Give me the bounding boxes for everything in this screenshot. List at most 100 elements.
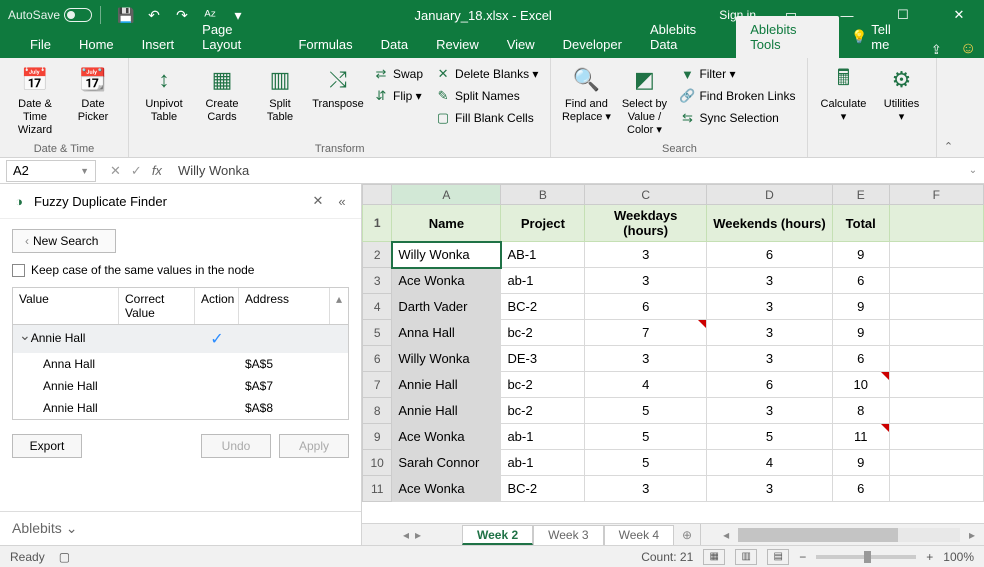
col-header-C[interactable]: C xyxy=(585,185,707,205)
name-box-dropdown-icon[interactable]: ▼ xyxy=(80,166,89,176)
collapse-ribbon-icon[interactable]: ⌃ xyxy=(937,58,959,157)
feedback-icon[interactable]: ☺ xyxy=(952,40,984,58)
cell[interactable]: 9 xyxy=(832,294,889,320)
results-row[interactable]: Anna Hall$A$5 xyxy=(13,353,348,375)
cell[interactable]: Ace Wonka xyxy=(392,268,501,294)
cell[interactable]: 3 xyxy=(585,242,707,268)
ablebits-menu[interactable]: Ablebits ⌄ xyxy=(0,511,361,545)
cell[interactable]: 9 xyxy=(832,320,889,346)
results-scroll-up-icon[interactable]: ▴ xyxy=(330,288,348,324)
cell[interactable] xyxy=(889,346,983,372)
date-button[interactable]: 📆DatePicker xyxy=(66,62,120,126)
header-cell[interactable]: Weekdays (hours) xyxy=(585,205,707,242)
scroll-left-icon[interactable]: ◂ xyxy=(718,528,734,542)
cell[interactable]: 6 xyxy=(707,372,833,398)
formula-input[interactable]: Willy Wonka xyxy=(172,163,962,178)
col-header-F[interactable]: F xyxy=(889,185,983,205)
col-header-D[interactable]: D xyxy=(707,185,833,205)
cell[interactable] xyxy=(889,320,983,346)
cell[interactable] xyxy=(889,294,983,320)
sheet-tab-week-3[interactable]: Week 3 xyxy=(533,525,603,545)
cell[interactable]: 5 xyxy=(585,398,707,424)
header-cell[interactable]: Project xyxy=(501,205,585,242)
sync-selection-button[interactable]: ⇆Sync Selection xyxy=(675,108,799,128)
cell[interactable]: 3 xyxy=(585,268,707,294)
fill-blank-cells-button[interactable]: ▢Fill Blank Cells xyxy=(431,108,542,128)
apply-button[interactable]: Apply xyxy=(279,434,349,458)
tab-home[interactable]: Home xyxy=(65,31,128,58)
utilities-button[interactable]: ⚙Utilities▾ xyxy=(874,62,928,126)
header-cell[interactable]: Total xyxy=(832,205,889,242)
col-header-A[interactable]: A xyxy=(392,185,501,205)
row-header-8[interactable]: 8 xyxy=(363,398,392,424)
cell[interactable]: 4 xyxy=(585,372,707,398)
tab-view[interactable]: View xyxy=(493,31,549,58)
cell[interactable]: 9 xyxy=(832,242,889,268)
row-header-6[interactable]: 6 xyxy=(363,346,392,372)
undo-button[interactable]: Undo xyxy=(201,434,271,458)
cell[interactable]: 6 xyxy=(832,476,889,502)
close-button[interactable]: ✕ xyxy=(938,0,980,30)
cell[interactable]: AB-1 xyxy=(501,242,585,268)
header-cell[interactable] xyxy=(889,205,983,242)
horizontal-scrollbar[interactable]: ◂ ▸ xyxy=(714,524,984,545)
results-group-row[interactable]: Annie Hall ✓ xyxy=(13,325,348,353)
cell[interactable]: bc-2 xyxy=(501,320,585,346)
cell[interactable]: BC-2 xyxy=(501,294,585,320)
row-header-4[interactable]: 4 xyxy=(363,294,392,320)
macro-record-icon[interactable]: ▢ xyxy=(59,550,70,564)
row-header-10[interactable]: 10 xyxy=(363,450,392,476)
tab-formulas[interactable]: Formulas xyxy=(284,31,366,58)
cell[interactable]: 3 xyxy=(707,398,833,424)
delete-blanks--button[interactable]: ✕Delete Blanks ▾ xyxy=(431,64,542,84)
cell[interactable]: Willy Wonka xyxy=(392,242,501,268)
cell[interactable]: 8 xyxy=(832,398,889,424)
cell[interactable]: Annie Hall xyxy=(392,372,501,398)
tab-data[interactable]: Data xyxy=(367,31,422,58)
cell[interactable]: ab-1 xyxy=(501,424,585,450)
name-box[interactable]: A2 ▼ xyxy=(6,160,96,182)
split-button[interactable]: ▥SplitTable xyxy=(253,62,307,126)
split-names-button[interactable]: ✎Split Names xyxy=(431,86,542,106)
autosave-switch[interactable] xyxy=(64,8,92,22)
scroll-right-icon[interactable]: ▸ xyxy=(964,528,980,542)
cell[interactable]: 6 xyxy=(707,242,833,268)
keep-case-checkbox[interactable]: Keep case of the same values in the node xyxy=(12,263,349,277)
tab-developer[interactable]: Developer xyxy=(549,31,636,58)
autosave-toggle[interactable]: AutoSave xyxy=(8,8,92,22)
tab-ablebits-tools[interactable]: Ablebits Tools xyxy=(736,16,839,58)
tab-review[interactable]: Review xyxy=(422,31,493,58)
sheet-nav[interactable]: ◂▸ xyxy=(362,524,462,545)
cell[interactable]: Willy Wonka xyxy=(392,346,501,372)
tab-file[interactable]: File xyxy=(16,31,65,58)
col-correct[interactable]: Correct Value xyxy=(119,288,195,324)
select-all-cell[interactable] xyxy=(363,185,392,205)
results-row[interactable]: Annie Hall$A$8 xyxy=(13,397,348,419)
sheet-tab-week-4[interactable]: Week 4 xyxy=(604,525,674,545)
save-icon[interactable]: 💾 xyxy=(117,6,135,24)
row-header-9[interactable]: 9 xyxy=(363,424,392,450)
zoom-in-icon[interactable]: + xyxy=(926,550,933,564)
cell[interactable]: 6 xyxy=(832,268,889,294)
cell[interactable] xyxy=(889,398,983,424)
new-search-button[interactable]: ‹ New Search xyxy=(12,229,116,253)
share-icon[interactable]: ⇪ xyxy=(920,42,952,58)
cell[interactable]: ab-1 xyxy=(501,268,585,294)
cell[interactable]: 9 xyxy=(832,450,889,476)
date--button[interactable]: 📅Date &Time Wizard xyxy=(8,62,62,139)
cell[interactable] xyxy=(889,476,983,502)
header-cell[interactable]: Name xyxy=(392,205,501,242)
task-pane-close-icon[interactable]: ✕ xyxy=(309,192,327,210)
zoom-out-icon[interactable]: − xyxy=(799,550,806,564)
col-header-E[interactable]: E xyxy=(832,185,889,205)
cell[interactable] xyxy=(889,372,983,398)
cell[interactable]: ab-1 xyxy=(501,450,585,476)
normal-view-icon[interactable]: ▦ xyxy=(703,549,725,565)
create-button[interactable]: ▦CreateCards xyxy=(195,62,249,126)
zoom-level[interactable]: 100% xyxy=(943,550,974,564)
cell[interactable]: Annie Hall xyxy=(392,398,501,424)
transpose-button[interactable]: ⤭Transpose xyxy=(311,62,365,113)
add-sheet-button[interactable]: ⊕ xyxy=(674,524,700,545)
col-address[interactable]: Address xyxy=(239,288,330,324)
cell[interactable]: Darth Vader xyxy=(392,294,501,320)
